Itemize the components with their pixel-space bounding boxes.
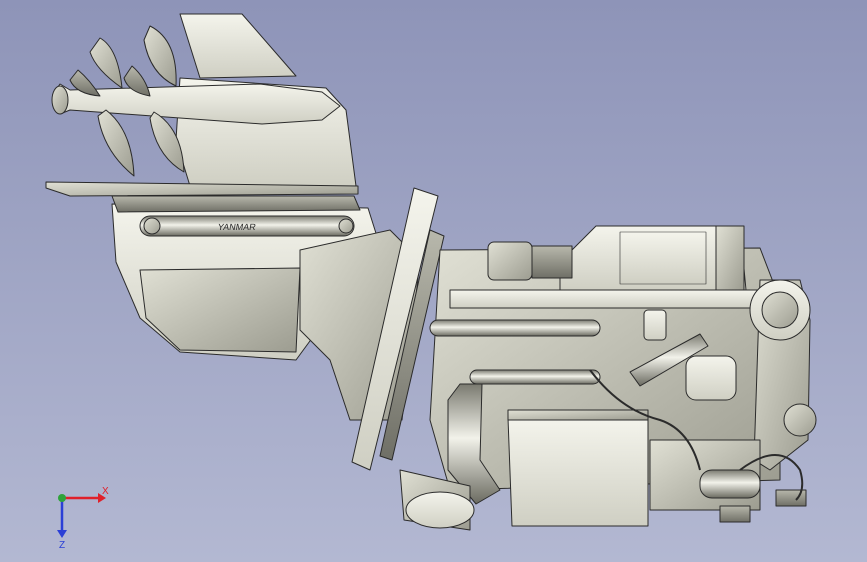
heat-exchanger — [507, 417, 649, 527]
coordinate-triad: X Z — [57, 486, 109, 550]
propeller-blade — [143, 25, 177, 87]
propeller-blade — [89, 37, 123, 89]
alternator — [685, 355, 737, 401]
propeller-blade — [97, 109, 135, 177]
coolant-pipe — [469, 369, 601, 385]
heat-exchanger-cap — [507, 409, 649, 421]
exhaust-flange — [405, 491, 475, 529]
prop-hub-nut — [51, 85, 69, 115]
lower-pulley — [783, 403, 817, 437]
starter-motor — [699, 469, 761, 499]
x-axis-label: X — [102, 486, 109, 497]
accessory-block — [531, 245, 573, 279]
trim-pivot — [143, 217, 161, 235]
z-axis-arrowhead — [57, 530, 67, 538]
upper-fin — [179, 13, 297, 79]
trim-pivot — [338, 218, 354, 234]
crank-pulley-hub — [761, 291, 799, 329]
manifold-rail — [449, 289, 761, 309]
lower-plate — [111, 195, 361, 213]
gimbal-panel — [139, 267, 301, 353]
y-axis-dot — [58, 494, 66, 502]
cad-model-view[interactable]: YANMAR — [0, 0, 867, 562]
mount-foot — [719, 505, 751, 523]
fuel-filter — [643, 309, 667, 341]
graphics-viewport[interactable]: YANMAR X Z — [0, 0, 867, 562]
z-axis-label: Z — [59, 540, 65, 550]
coolant-pipe — [429, 319, 601, 337]
drive-emblem: YANMAR — [217, 222, 257, 232]
valve-cover — [715, 225, 745, 291]
cover-stripe — [619, 231, 707, 285]
turbo-housing — [487, 241, 533, 281]
